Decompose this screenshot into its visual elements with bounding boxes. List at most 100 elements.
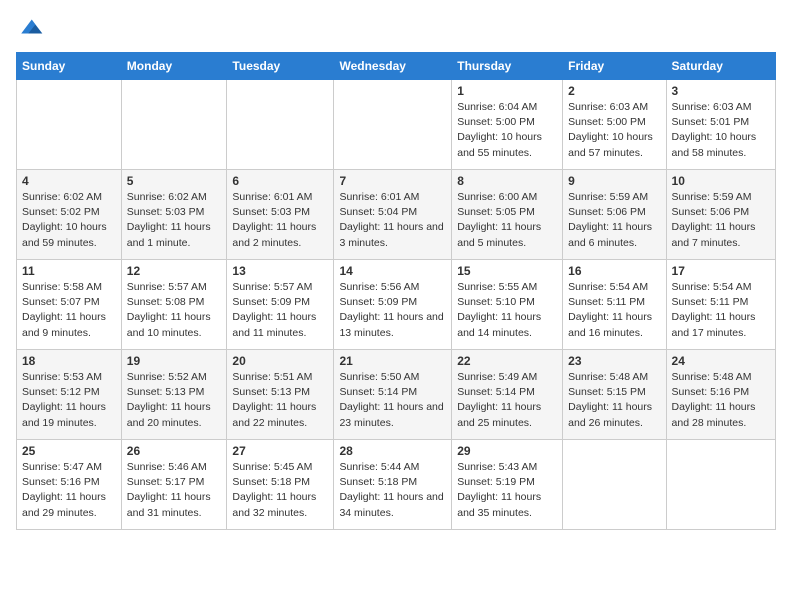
week-row-4: 18 Sunrise: 5:53 AM Sunset: 5:12 PM Dayli… [17,350,776,440]
day-info: Sunrise: 5:46 AM Sunset: 5:17 PM Dayligh… [127,460,222,521]
calendar-cell [17,80,122,170]
day-info: Sunrise: 5:45 AM Sunset: 5:18 PM Dayligh… [232,460,328,521]
day-number: 27 [232,444,328,458]
calendar-cell [666,440,775,530]
calendar-cell: 18 Sunrise: 5:53 AM Sunset: 5:12 PM Dayli… [17,350,122,440]
calendar-table: SundayMondayTuesdayWednesdayThursdayFrid… [16,52,776,530]
day-header-saturday: Saturday [666,53,775,80]
day-info: Sunrise: 5:55 AM Sunset: 5:10 PM Dayligh… [457,280,557,341]
day-info: Sunrise: 6:03 AM Sunset: 5:00 PM Dayligh… [568,100,660,161]
calendar-cell: 19 Sunrise: 5:52 AM Sunset: 5:13 PM Dayli… [121,350,227,440]
calendar-cell [121,80,227,170]
day-info: Sunrise: 5:53 AM Sunset: 5:12 PM Dayligh… [22,370,116,431]
calendar-cell: 4 Sunrise: 6:02 AM Sunset: 5:02 PM Daylig… [17,170,122,260]
day-number: 1 [457,84,557,98]
calendar-cell: 23 Sunrise: 5:48 AM Sunset: 5:15 PM Dayli… [563,350,666,440]
calendar-cell: 25Sunrise: 5:47 AM Sunset: 5:16 PM Dayli… [17,440,122,530]
day-number: 15 [457,264,557,278]
calendar-cell: 7 Sunrise: 6:01 AM Sunset: 5:04 PM Daylig… [334,170,452,260]
calendar-cell: 8Sunrise: 6:00 AM Sunset: 5:05 PM Daylig… [452,170,563,260]
day-info: Sunrise: 5:59 AM Sunset: 5:06 PM Dayligh… [672,190,770,251]
day-info: Sunrise: 5:59 AM Sunset: 5:06 PM Dayligh… [568,190,660,251]
day-number: 14 [339,264,446,278]
calendar-cell: 15 Sunrise: 5:55 AM Sunset: 5:10 PM Dayli… [452,260,563,350]
calendar-cell: 29 Sunrise: 5:43 AM Sunset: 5:19 PM Dayli… [452,440,563,530]
day-number: 11 [22,264,116,278]
calendar-cell: 12 Sunrise: 5:57 AM Sunset: 5:08 PM Dayli… [121,260,227,350]
calendar-cell: 21 Sunrise: 5:50 AM Sunset: 5:14 PM Dayli… [334,350,452,440]
day-number: 3 [672,84,770,98]
calendar-cell: 13Sunrise: 5:57 AM Sunset: 5:09 PM Dayli… [227,260,334,350]
calendar-cell: 27 Sunrise: 5:45 AM Sunset: 5:18 PM Dayli… [227,440,334,530]
day-info: Sunrise: 6:02 AM Sunset: 5:03 PM Dayligh… [127,190,222,251]
day-info: Sunrise: 5:56 AM Sunset: 5:09 PM Dayligh… [339,280,446,341]
day-header-wednesday: Wednesday [334,53,452,80]
day-number: 7 [339,174,446,188]
calendar-cell [227,80,334,170]
day-header-sunday: Sunday [17,53,122,80]
day-info: Sunrise: 5:50 AM Sunset: 5:14 PM Dayligh… [339,370,446,431]
day-number: 21 [339,354,446,368]
day-number: 29 [457,444,557,458]
day-info: Sunrise: 6:02 AM Sunset: 5:02 PM Dayligh… [22,190,116,251]
day-info: Sunrise: 6:03 AM Sunset: 5:01 PM Dayligh… [672,100,770,161]
day-number: 12 [127,264,222,278]
day-header-friday: Friday [563,53,666,80]
day-number: 24 [672,354,770,368]
day-info: Sunrise: 5:51 AM Sunset: 5:13 PM Dayligh… [232,370,328,431]
day-number: 13 [232,264,328,278]
day-header-monday: Monday [121,53,227,80]
logo [16,16,48,44]
day-info: Sunrise: 5:48 AM Sunset: 5:15 PM Dayligh… [568,370,660,431]
day-info: Sunrise: 5:43 AM Sunset: 5:19 PM Dayligh… [457,460,557,521]
calendar-cell: 10Sunrise: 5:59 AM Sunset: 5:06 PM Dayli… [666,170,775,260]
calendar-cell: 28 Sunrise: 5:44 AM Sunset: 5:18 PM Dayli… [334,440,452,530]
calendar-cell [334,80,452,170]
week-row-3: 11 Sunrise: 5:58 AM Sunset: 5:07 PM Dayli… [17,260,776,350]
calendar-cell: 20 Sunrise: 5:51 AM Sunset: 5:13 PM Dayli… [227,350,334,440]
day-number: 18 [22,354,116,368]
day-number: 22 [457,354,557,368]
day-header-thursday: Thursday [452,53,563,80]
day-number: 28 [339,444,446,458]
day-number: 9 [568,174,660,188]
day-info: Sunrise: 5:54 AM Sunset: 5:11 PM Dayligh… [672,280,770,341]
day-number: 5 [127,174,222,188]
day-info: Sunrise: 5:48 AM Sunset: 5:16 PM Dayligh… [672,370,770,431]
page-header [16,16,776,44]
calendar-cell: 24 Sunrise: 5:48 AM Sunset: 5:16 PM Dayli… [666,350,775,440]
day-info: Sunrise: 6:01 AM Sunset: 5:03 PM Dayligh… [232,190,328,251]
day-number: 8 [457,174,557,188]
day-number: 2 [568,84,660,98]
calendar-cell: 26 Sunrise: 5:46 AM Sunset: 5:17 PM Dayli… [121,440,227,530]
calendar-cell: 6 Sunrise: 6:01 AM Sunset: 5:03 PM Daylig… [227,170,334,260]
day-number: 4 [22,174,116,188]
day-number: 26 [127,444,222,458]
calendar-cell: 17 Sunrise: 5:54 AM Sunset: 5:11 PM Dayli… [666,260,775,350]
day-info: Sunrise: 5:54 AM Sunset: 5:11 PM Dayligh… [568,280,660,341]
day-info: Sunrise: 5:57 AM Sunset: 5:08 PM Dayligh… [127,280,222,341]
calendar-cell: 2 Sunrise: 6:03 AM Sunset: 5:00 PM Daylig… [563,80,666,170]
day-number: 16 [568,264,660,278]
day-header-tuesday: Tuesday [227,53,334,80]
day-number: 23 [568,354,660,368]
calendar-cell: 1Sunrise: 6:04 AM Sunset: 5:00 PM Daylig… [452,80,563,170]
day-number: 25 [22,444,116,458]
calendar-cell: 9 Sunrise: 5:59 AM Sunset: 5:06 PM Daylig… [563,170,666,260]
day-number: 20 [232,354,328,368]
day-number: 17 [672,264,770,278]
week-row-5: 25Sunrise: 5:47 AM Sunset: 5:16 PM Dayli… [17,440,776,530]
day-info: Sunrise: 5:49 AM Sunset: 5:14 PM Dayligh… [457,370,557,431]
day-info: Sunrise: 6:01 AM Sunset: 5:04 PM Dayligh… [339,190,446,251]
day-number: 19 [127,354,222,368]
logo-icon [16,16,44,44]
calendar-cell: 14 Sunrise: 5:56 AM Sunset: 5:09 PM Dayli… [334,260,452,350]
day-info: Sunrise: 5:44 AM Sunset: 5:18 PM Dayligh… [339,460,446,521]
day-info: Sunrise: 5:52 AM Sunset: 5:13 PM Dayligh… [127,370,222,431]
calendar-header-row: SundayMondayTuesdayWednesdayThursdayFrid… [17,53,776,80]
calendar-cell: 22 Sunrise: 5:49 AM Sunset: 5:14 PM Dayli… [452,350,563,440]
calendar-cell: 3 Sunrise: 6:03 AM Sunset: 5:01 PM Daylig… [666,80,775,170]
day-info: Sunrise: 5:58 AM Sunset: 5:07 PM Dayligh… [22,280,116,341]
day-number: 6 [232,174,328,188]
calendar-cell: 11 Sunrise: 5:58 AM Sunset: 5:07 PM Dayli… [17,260,122,350]
